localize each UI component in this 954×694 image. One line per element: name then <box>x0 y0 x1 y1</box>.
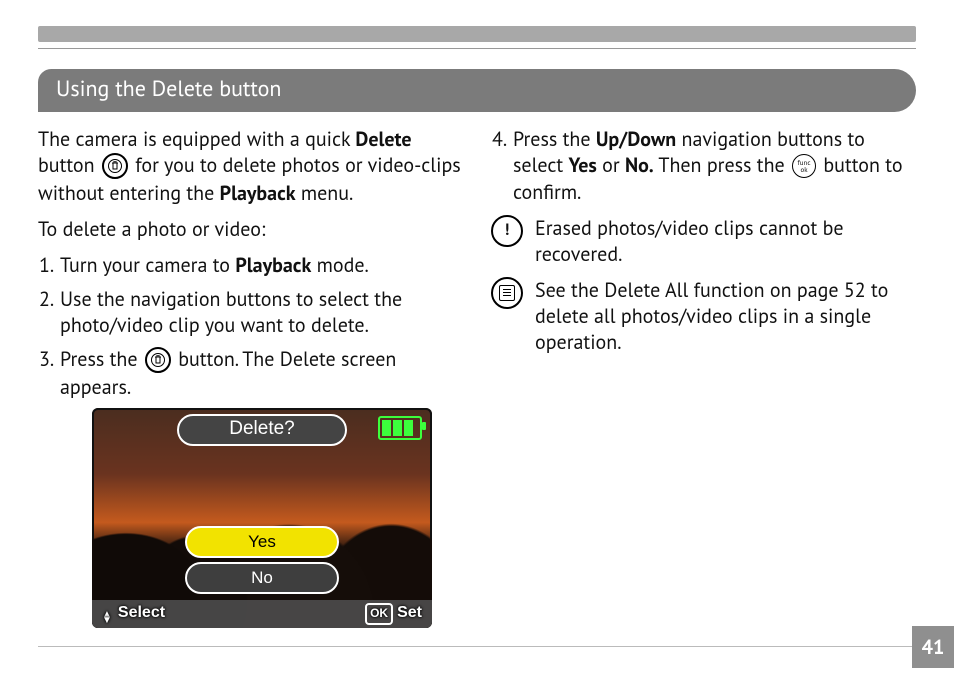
trash-icon <box>145 347 171 373</box>
step-2: Use the navigation buttons to select the… <box>58 286 463 338</box>
func-ok-icon: funcok <box>792 154 816 178</box>
section-heading-text: Using the Delete button <box>56 75 281 103</box>
set-hint: OKSet <box>365 603 422 625</box>
option-no: No <box>185 562 339 594</box>
lead-text: To delete a photo or video: <box>38 216 463 242</box>
left-column: The camera is equipped with a quick Dele… <box>38 126 463 628</box>
content-columns: The camera is equipped with a quick Dele… <box>38 126 916 628</box>
up-down-icon: ▲▼ <box>102 612 112 624</box>
battery-icon <box>378 416 422 440</box>
info-note: See the Delete All function on page 52 t… <box>491 277 916 355</box>
step-4: Press the Up/Down navigation buttons to … <box>511 126 916 205</box>
header-bar <box>38 26 916 42</box>
ok-icon: OK <box>365 603 393 625</box>
page-number: 41 <box>922 634 945 660</box>
lcd-bottom-bar: ▲▼Select OKSet <box>92 600 432 628</box>
select-hint: ▲▼Select <box>102 603 165 624</box>
step-1: Turn your camera to Playback mode. <box>58 252 463 278</box>
footer-rule <box>38 646 912 647</box>
right-column: Press the Up/Down navigation buttons to … <box>491 126 916 628</box>
dialog-title: Delete? <box>177 414 347 446</box>
intro-paragraph: The camera is equipped with a quick Dele… <box>38 126 463 206</box>
header-rule <box>38 48 916 49</box>
note-icon <box>491 277 523 309</box>
warning-icon: ! <box>491 215 523 247</box>
steps-list-cont: Press the Up/Down navigation buttons to … <box>491 126 916 205</box>
info-text: See the Delete All function on page 52 t… <box>535 277 916 355</box>
page-number-tab: 41 <box>912 626 954 668</box>
option-yes: Yes <box>185 526 339 558</box>
camera-screen-preview: Delete? Yes No ▲▼Select OKSet <box>92 408 432 628</box>
steps-list: Turn your camera to Playback mode. Use t… <box>38 252 463 400</box>
step-3: Press the button. The Delete screen appe… <box>58 346 463 400</box>
warning-text: Erased photos/video clips cannot be reco… <box>535 215 916 267</box>
section-heading: Using the Delete button <box>38 69 916 112</box>
manual-page: Using the Delete button The camera is eq… <box>0 0 954 694</box>
trash-icon <box>102 153 128 179</box>
warning-note: ! Erased photos/video clips cannot be re… <box>491 215 916 267</box>
